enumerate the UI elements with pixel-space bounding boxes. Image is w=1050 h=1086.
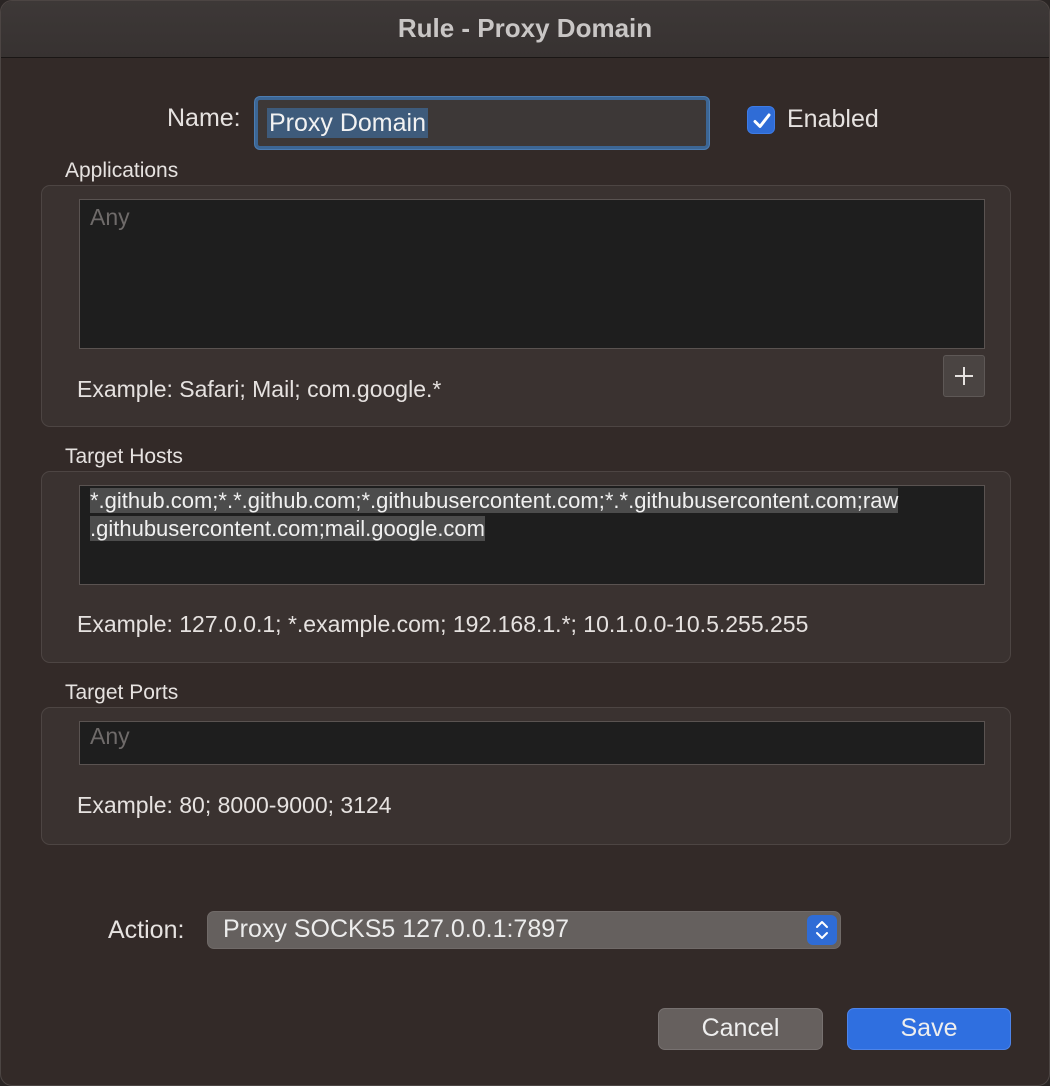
- applications-input[interactable]: Any: [79, 199, 985, 349]
- plus-icon: [955, 367, 973, 385]
- target-hosts-line-1: *.github.com;*.*.github.com;*.githubuser…: [90, 488, 899, 513]
- add-application-button[interactable]: [943, 355, 985, 397]
- rule-dialog: Rule - Proxy Domain Name: Proxy Domain E…: [0, 0, 1050, 1086]
- chevron-up-down-icon: [816, 921, 828, 939]
- target-hosts-line-2: .githubusercontent.com;mail.google.com: [90, 516, 485, 541]
- enabled-label[interactable]: Enabled: [787, 105, 879, 134]
- enabled-checkbox[interactable]: [747, 106, 775, 134]
- action-selected-value: Proxy SOCKS5 127.0.0.1:7897: [223, 915, 570, 943]
- target-ports-label: Target Ports: [65, 681, 179, 704]
- checkmark-icon: [753, 113, 771, 128]
- target-hosts-label: Target Hosts: [65, 445, 183, 468]
- action-popup[interactable]: Proxy SOCKS5 127.0.0.1:7897: [207, 911, 841, 949]
- window-title: Rule - Proxy Domain: [397, 13, 653, 43]
- action-label: Action:: [108, 916, 185, 944]
- name-input-value: Proxy Domain: [267, 108, 428, 138]
- target-hosts-line: .githubusercontent.com;mail.google.com: [90, 515, 974, 543]
- target-ports-example: Example: 80; 8000-9000; 3124: [77, 792, 392, 818]
- applications-label: Applications: [65, 159, 179, 182]
- save-button[interactable]: Save: [847, 1008, 1011, 1050]
- title-bar: Rule - Proxy Domain: [1, 1, 1049, 58]
- target-hosts-input[interactable]: *.github.com;*.*.github.com;*.githubuser…: [79, 485, 985, 585]
- target-hosts-line: *.github.com;*.*.github.com;*.githubuser…: [90, 487, 974, 515]
- target-ports-input[interactable]: Any: [79, 721, 985, 765]
- name-label: Name:: [167, 104, 241, 132]
- applications-placeholder: Any: [90, 204, 130, 230]
- applications-example: Example: Safari; Mail; com.google.*: [77, 376, 442, 402]
- cancel-button[interactable]: Cancel: [658, 1008, 823, 1050]
- action-stepper[interactable]: [807, 915, 837, 945]
- name-input[interactable]: Proxy Domain: [255, 97, 709, 149]
- target-ports-placeholder: Any: [90, 723, 130, 749]
- target-hosts-example: Example: 127.0.0.1; *.example.com; 192.1…: [77, 611, 809, 637]
